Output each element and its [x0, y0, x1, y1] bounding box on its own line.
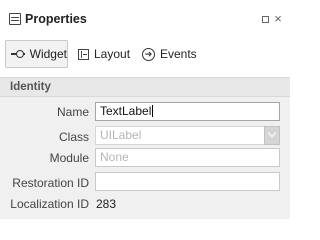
chevron-down-icon [267, 128, 277, 138]
section-header-identity[interactable]: Identity [0, 77, 290, 97]
section-title: Identity [10, 81, 51, 93]
restoration-id-label: Restoration ID [12, 176, 89, 190]
class-dropdown-button[interactable] [264, 126, 280, 145]
events-icon: ➔ [142, 47, 155, 61]
layout-icon [78, 48, 89, 60]
name-label: Name [56, 105, 89, 119]
class-label: Class [58, 130, 89, 144]
restoration-id-field[interactable] [95, 172, 280, 191]
maximize-icon[interactable] [262, 16, 269, 23]
properties-icon [9, 13, 21, 25]
name-field-value: TextLabel [100, 104, 152, 118]
close-icon[interactable]: × [273, 12, 283, 26]
tab-widget[interactable]: Widget [5, 40, 68, 68]
module-field-placeholder: None [100, 150, 129, 164]
class-field-placeholder: UILabel [100, 128, 142, 142]
class-field[interactable]: UILabel [95, 126, 265, 145]
tab-layout[interactable]: Layout [78, 40, 140, 68]
tab-bar: Widget Layout ➔ Events [0, 38, 290, 70]
panel-titlebar: Properties × [0, 0, 290, 38]
localization-id-label: Localization ID [10, 197, 89, 211]
tab-widget-label: Widget [29, 47, 67, 61]
panel-title: Properties [25, 12, 87, 26]
property-list: Name TextLabel Class UILabel Module None… [0, 97, 290, 219]
localization-id-value: 283 [96, 197, 117, 211]
tab-events-label: Events [160, 47, 197, 61]
name-field[interactable]: TextLabel [95, 102, 280, 121]
tab-events[interactable]: ➔ Events [140, 40, 204, 68]
widget-icon [11, 50, 25, 58]
tab-layout-label: Layout [94, 47, 131, 61]
module-field[interactable]: None [95, 148, 280, 167]
properties-panel: Properties × Widget Layout ➔ Events Iden… [0, 0, 290, 219]
module-label: Module [49, 151, 89, 165]
text-cursor [152, 105, 154, 117]
